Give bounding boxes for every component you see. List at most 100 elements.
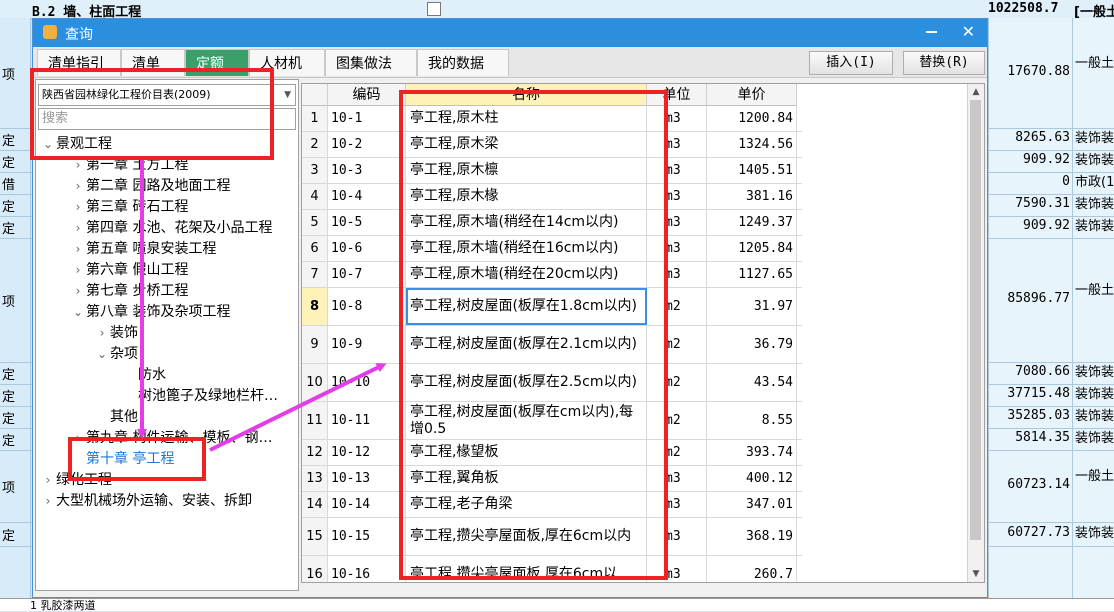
tree-node-label: 大型机械场外运输、安装、拆卸 [56, 493, 252, 509]
row-code: 10-15 [328, 518, 406, 555]
price-header[interactable]: 单价 [707, 84, 797, 106]
row-remark: 装饰装 [1075, 526, 1114, 541]
tree-node[interactable]: › 第六章 假山工程 [70, 260, 294, 280]
chevron-right-icon[interactable]: › [40, 491, 56, 511]
row-price: 381.16 [707, 184, 797, 209]
tree-node[interactable]: ⌄ 第八章 装饰及杂项工程 [70, 302, 294, 322]
chevron-right-icon[interactable]: › [70, 239, 86, 259]
replace-button[interactable]: 替换(R) [903, 51, 985, 75]
tree-node[interactable]: › 第五章 喷泉安装工程 [70, 239, 294, 259]
row-remark: 一般土 入差价 [1075, 56, 1114, 71]
scroll-down-icon[interactable]: ▼ [968, 566, 984, 582]
chevron-right-icon[interactable]: › [94, 323, 110, 343]
chevron-down-icon[interactable]: ⌄ [94, 344, 110, 364]
tree-node[interactable]: › 装饰 [94, 323, 294, 343]
tree-node[interactable]: 防水 [122, 365, 294, 385]
annotation-box-chapter [68, 437, 206, 481]
chevron-right-icon[interactable]: › [70, 176, 86, 196]
row-index: 2 [302, 132, 328, 157]
row-amount: 909.92 [1023, 218, 1070, 233]
tab-atlas[interactable]: 图集做法 [325, 49, 417, 76]
row-index-header [302, 84, 328, 106]
code-header[interactable]: 编码 [328, 84, 406, 106]
tree-node-label: 防水 [138, 367, 166, 383]
row-price: 260.7 [707, 556, 797, 582]
tree-node[interactable]: 其他 [94, 407, 294, 427]
row-code: 10-3 [328, 158, 406, 183]
tree-node[interactable]: 树池篦子及绿地栏杆… [122, 386, 294, 406]
row-price: 8.55 [707, 402, 797, 439]
row-price: 368.19 [707, 518, 797, 555]
row-type-label: 定 [2, 368, 16, 383]
vertical-scrollbar[interactable]: ▲ ▼ [967, 84, 984, 582]
row-type-label: 定 [2, 200, 16, 215]
tree-node-label: 装饰 [110, 325, 138, 341]
tree-node[interactable]: › 第二章 园路及地面工程 [70, 176, 294, 196]
row-code: 10-1 [328, 106, 406, 131]
chevron-right-icon[interactable]: › [70, 218, 86, 238]
row-price: 43.54 [707, 364, 797, 401]
row-amount: 17670.88 [1007, 64, 1070, 79]
row-index: 16 [302, 556, 328, 582]
row-remark: 装饰装 [1075, 131, 1114, 146]
row-index: 15 [302, 518, 328, 555]
row-remark: 装饰装 [1075, 431, 1114, 446]
row-amount: 909.92 [1023, 152, 1070, 167]
row-code: 10-10 [328, 364, 406, 401]
tree-node[interactable]: ⌄ 杂项 [94, 344, 294, 364]
tab-my-data[interactable]: 我的数据 [417, 49, 509, 76]
row-index: 8 [302, 288, 328, 325]
chevron-right-icon[interactable]: › [70, 260, 86, 280]
tree-node-label: 第六章 假山工程 [86, 262, 189, 278]
tree-node-label: 第四章 水池、花架及小品工程 [86, 220, 273, 236]
row-amount: 37715.48 [1007, 386, 1070, 401]
scroll-up-icon[interactable]: ▲ [968, 84, 984, 100]
tree-node-label: 第五章 喷泉安装工程 [86, 241, 217, 257]
row-code: 10-7 [328, 262, 406, 287]
row-remark: 装饰装 [1075, 365, 1114, 380]
row-index: 11 [302, 402, 328, 439]
tree-node[interactable]: › 大型机械场外运输、安装、拆卸 [40, 491, 294, 511]
chevron-right-icon[interactable]: › [70, 197, 86, 217]
dialog-titlebar[interactable]: 查询 ✕ [33, 19, 987, 47]
row-remark: 装饰装 [1075, 409, 1114, 424]
row-index: 14 [302, 492, 328, 517]
chevron-right-icon[interactable]: › [70, 281, 86, 301]
row-price: 393.74 [707, 440, 797, 465]
tree-node[interactable]: › 第四章 水池、花架及小品工程 [70, 218, 294, 238]
row-type-label: 项 [2, 68, 16, 83]
row-amount: 8265.63 [1015, 130, 1070, 145]
row-price: 1200.84 [707, 106, 797, 131]
chevron-right-icon[interactable]: › [40, 470, 56, 490]
row-index: 6 [302, 236, 328, 261]
row-type-label: 项 [2, 481, 16, 496]
chevron-down-icon[interactable]: ▼ [284, 85, 291, 105]
row-index: 12 [302, 440, 328, 465]
row-remark: 一般土 入差价 [1075, 469, 1114, 484]
row-amount: 60723.14 [1007, 477, 1070, 492]
row-remark: 装饰装 [1075, 219, 1114, 234]
insert-button[interactable]: 插入(I) [809, 51, 893, 75]
header-checkbox[interactable] [427, 2, 441, 16]
section-amount: 1022508.7 [988, 1, 1059, 16]
row-code: 10-4 [328, 184, 406, 209]
app-icon [43, 25, 57, 39]
annotation-box-library [30, 68, 274, 160]
close-icon[interactable]: ✕ [962, 22, 975, 42]
tree-node[interactable]: › 第三章 砖石工程 [70, 197, 294, 217]
background-header-row: B.2 墙、柱面工程 1022508.7 [一般土 [0, 0, 1114, 20]
tree-node[interactable]: › 第七章 步桥工程 [70, 281, 294, 301]
tree-node-label: 第二章 园路及地面工程 [86, 178, 231, 194]
chevron-down-icon[interactable]: ⌄ [70, 302, 86, 322]
row-code: 10-2 [328, 132, 406, 157]
scroll-thumb[interactable] [970, 100, 981, 540]
row-type-label: 定 [2, 156, 16, 171]
minimize-icon[interactable] [925, 24, 939, 38]
row-amount: 7080.66 [1015, 364, 1070, 379]
row-price: 1249.37 [707, 210, 797, 235]
dialog-title: 查询 [65, 27, 93, 43]
row-amount: 35285.03 [1007, 408, 1070, 423]
row-remark: 市政(1 [1075, 175, 1114, 190]
row-type-label: 定 [2, 434, 16, 449]
row-code: 10-5 [328, 210, 406, 235]
